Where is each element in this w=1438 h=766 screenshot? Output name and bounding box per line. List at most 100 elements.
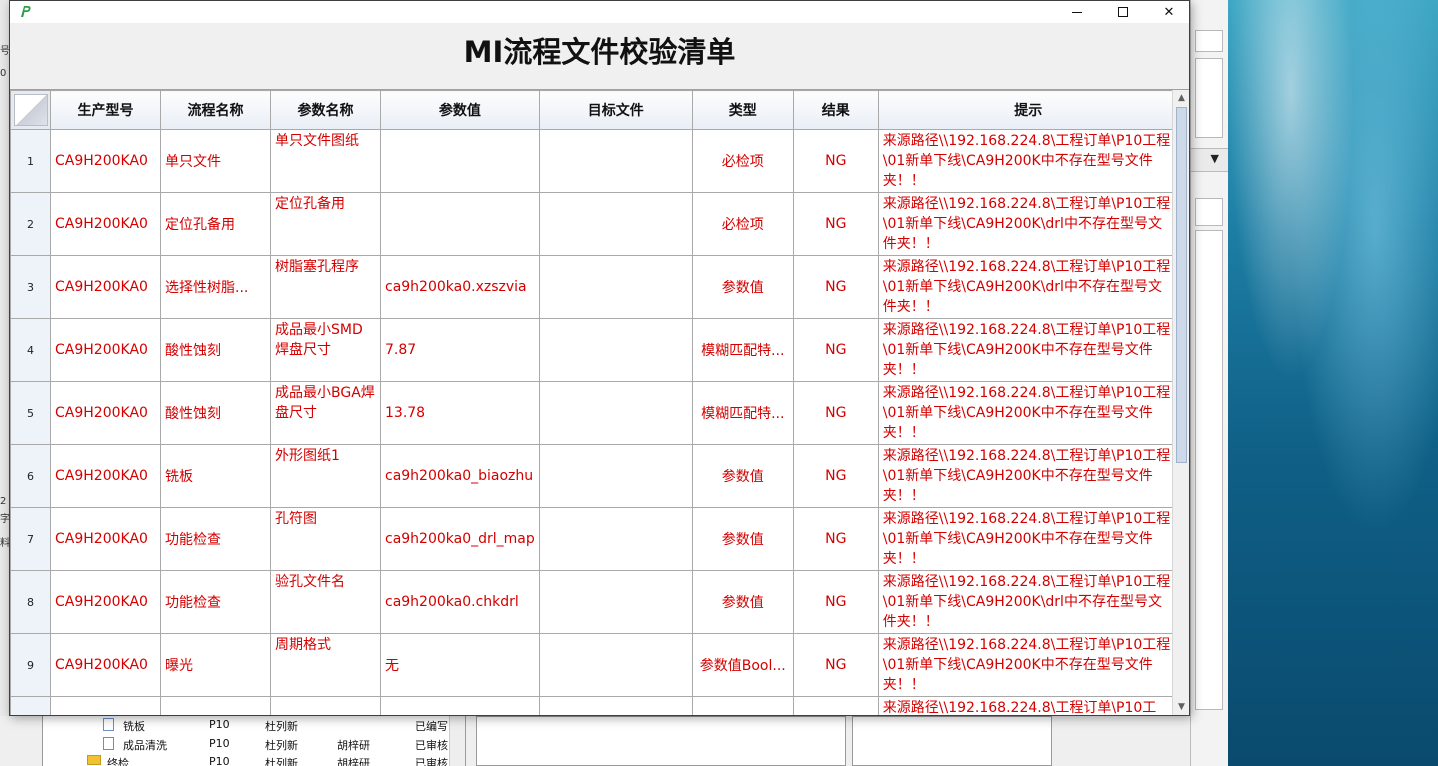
cell-result[interactable]: NG (792, 192, 879, 256)
scrollbar-thumb[interactable] (1176, 107, 1187, 463)
cell-param-name[interactable]: 定位孔备用 (270, 192, 381, 256)
cell-model[interactable]: CA9H200KA0 (50, 129, 161, 193)
cell-param-value[interactable]: ca9h200ka0_biaozhu (380, 444, 540, 508)
cell-model[interactable]: CA9H200KA0 (50, 507, 161, 571)
cell-type[interactable]: 参数值 (691, 507, 794, 571)
cell-target-file[interactable] (538, 129, 693, 193)
column-header-target-file[interactable]: 目标文件 (538, 90, 693, 130)
dialog-titlebar[interactable]: ✕ (10, 1, 1189, 23)
cell-param-name[interactable]: 单只文件图纸 (270, 129, 381, 193)
row-index[interactable]: 9 (10, 633, 51, 697)
cell-process[interactable]: 功能检查 (160, 570, 271, 634)
table-row[interactable]: 4 CA9H200KA0 酸性蚀刻 成品最小SMD焊盘尺寸 7.87 模糊匹配特... NG… (10, 318, 1179, 382)
cell-param-name[interactable]: 外形图纸1 (270, 444, 381, 508)
table-row[interactable]: 2 CA9H200KA0 定位孔备用 定位孔备用 必检项 NG 来源路径\\192.168.… (10, 192, 1179, 256)
cell-result[interactable]: NG (792, 255, 879, 319)
tree-scrollbar[interactable] (449, 716, 465, 766)
table-row[interactable]: 来源路径\\192.168.224.8\工程订单\P10工 (10, 696, 1179, 715)
cell-model[interactable]: CA9H200KA0 (50, 381, 161, 445)
cell-hint[interactable]: 来源路径\\192.168.224.8\工程订单\P10工程\01新单下线\CA… (877, 318, 1179, 382)
cell-model[interactable]: CA9H200KA0 (50, 570, 161, 634)
cell-type[interactable]: 必检项 (691, 192, 794, 256)
cell-param-value[interactable]: 13.78 (380, 381, 540, 445)
table-row[interactable]: 9 CA9H200KA0 曝光 周期格式无 参数值Bool... NG 来源路径\\192.… (10, 633, 1179, 697)
cell-process[interactable]: 酸性蚀刻 (160, 318, 271, 382)
background-list[interactable] (1195, 230, 1223, 710)
row-index[interactable]: 3 (10, 255, 51, 319)
cell-hint[interactable]: 来源路径\\192.168.224.8\工程订单\P10工程\01新单下线\CA… (877, 507, 1179, 571)
cell-target-file[interactable] (538, 255, 693, 319)
cell-type[interactable]: 模糊匹配特... (691, 318, 794, 382)
cell-type[interactable]: 必检项 (691, 129, 794, 193)
cell-process[interactable] (160, 696, 271, 715)
tree-row[interactable]: 成品清洗 P10 杜列新 胡梓研 已审核 (43, 735, 467, 753)
cell-result[interactable]: NG (792, 381, 879, 445)
cell-hint[interactable]: 来源路径\\192.168.224.8\工程订单\P10工程\01新单下线\CA… (877, 444, 1179, 508)
cell-process[interactable]: 铣板 (160, 444, 271, 508)
cell-hint[interactable]: 来源路径\\192.168.224.8\工程订单\P10工程\01新单下线\CA… (877, 381, 1179, 445)
cell-param-value[interactable]: 无 (380, 633, 540, 697)
cell-param-value[interactable]: ca9h200ka0_drl_map (380, 507, 540, 571)
cell-hint[interactable]: 来源路径\\192.168.224.8\工程订单\P10工程\01新单下线\CA… (877, 129, 1179, 193)
column-header-process[interactable]: 流程名称 (160, 90, 271, 130)
background-field[interactable] (1195, 30, 1223, 52)
table-row[interactable]: 1 CA9H200KA0 单只文件 单只文件图纸 必检项 NG 来源路径\\192.168.… (10, 129, 1179, 193)
cell-param-name[interactable]: 孔符图 (270, 507, 381, 571)
cell-hint[interactable]: 来源路径\\192.168.224.8\工程订单\P10工 (877, 696, 1179, 715)
background-dropdown[interactable]: ▼ (1191, 148, 1229, 172)
cell-result[interactable]: NG (792, 633, 879, 697)
cell-type[interactable]: 参数值 (691, 255, 794, 319)
cell-param-name[interactable]: 验孔文件名 (270, 570, 381, 634)
table-row[interactable]: 5 CA9H200KA0 酸性蚀刻 成品最小BGA焊盘尺寸 13.78 模糊匹配特... N… (10, 381, 1179, 445)
tree-row[interactable]: 铣板 P10 杜列新 已编写 (43, 716, 467, 734)
cell-process[interactable]: 单只文件 (160, 129, 271, 193)
table-row[interactable]: 3 CA9H200KA0 选择性树脂... 树脂塞孔程序 ca9h200ka0.xzsz… (10, 255, 1179, 319)
cell-process[interactable]: 定位孔备用 (160, 192, 271, 256)
row-index[interactable] (10, 696, 51, 715)
cell-type[interactable]: 参数值 (691, 444, 794, 508)
grid-vertical-scrollbar[interactable]: ▲ ▼ (1172, 90, 1189, 715)
column-header-hint[interactable]: 提示 (877, 90, 1179, 130)
column-header-param-name[interactable]: 参数名称 (270, 90, 381, 130)
cell-param-name[interactable]: 成品最小BGA焊盘尺寸 (270, 381, 381, 445)
cell-model[interactable]: CA9H200KA0 (50, 255, 161, 319)
row-index[interactable]: 1 (10, 129, 51, 193)
checklist-grid[interactable]: 生产型号 流程名称 参数名称 参数值 目标文件 类型 结果 提示 1 CA9H20… (10, 89, 1189, 715)
background-field[interactable] (1195, 198, 1223, 226)
cell-model[interactable]: CA9H200KA0 (50, 318, 161, 382)
cell-model[interactable]: CA9H200KA0 (50, 633, 161, 697)
column-header-model[interactable]: 生产型号 (50, 90, 161, 130)
cell-model[interactable]: CA9H200KA0 (50, 192, 161, 256)
row-index[interactable]: 6 (10, 444, 51, 508)
scroll-up-icon[interactable]: ▲ (1173, 90, 1189, 107)
cell-hint[interactable]: 来源路径\\192.168.224.8\工程订单\P10工程\01新单下线\CA… (877, 633, 1179, 697)
column-header-type[interactable]: 类型 (691, 90, 794, 130)
cell-param-name[interactable]: 成品最小SMD焊盘尺寸 (270, 318, 381, 382)
table-row[interactable]: 6 CA9H200KA0 铣板 外形图纸1 ca9h200ka0_biaozhu 参数值 N… (10, 444, 1179, 508)
cell-type[interactable] (691, 696, 794, 715)
cell-target-file[interactable] (538, 570, 693, 634)
cell-model[interactable]: CA9H200KA0 (50, 444, 161, 508)
cell-target-file[interactable] (538, 696, 693, 715)
cell-result[interactable]: NG (792, 570, 879, 634)
cell-param-value[interactable] (380, 192, 540, 256)
cell-result[interactable] (792, 696, 879, 715)
cell-target-file[interactable] (538, 633, 693, 697)
cell-type[interactable]: 模糊匹配特... (691, 381, 794, 445)
select-all-corner[interactable] (10, 90, 51, 130)
row-index[interactable]: 5 (10, 381, 51, 445)
background-middle-pane[interactable] (476, 716, 846, 766)
table-row[interactable]: 7 CA9H200KA0 功能检查 孔符图 ca9h200ka0_drl_map 参数值 N… (10, 507, 1179, 571)
cell-hint[interactable]: 来源路径\\192.168.224.8\工程订单\P10工程\01新单下线\CA… (877, 192, 1179, 256)
cell-param-name[interactable]: 树脂塞孔程序 (270, 255, 381, 319)
tree-row[interactable]: 终检 P10 杜列新 胡梓研 已审核 (43, 753, 467, 766)
scroll-down-icon[interactable]: ▼ (1173, 699, 1189, 715)
row-index[interactable]: 4 (10, 318, 51, 382)
cell-result[interactable]: NG (792, 129, 879, 193)
cell-process[interactable]: 功能检查 (160, 507, 271, 571)
cell-target-file[interactable] (538, 444, 693, 508)
close-button[interactable]: ✕ (1146, 1, 1192, 23)
row-index[interactable]: 8 (10, 570, 51, 634)
background-textarea[interactable] (1195, 58, 1223, 138)
cell-model[interactable] (50, 696, 161, 715)
